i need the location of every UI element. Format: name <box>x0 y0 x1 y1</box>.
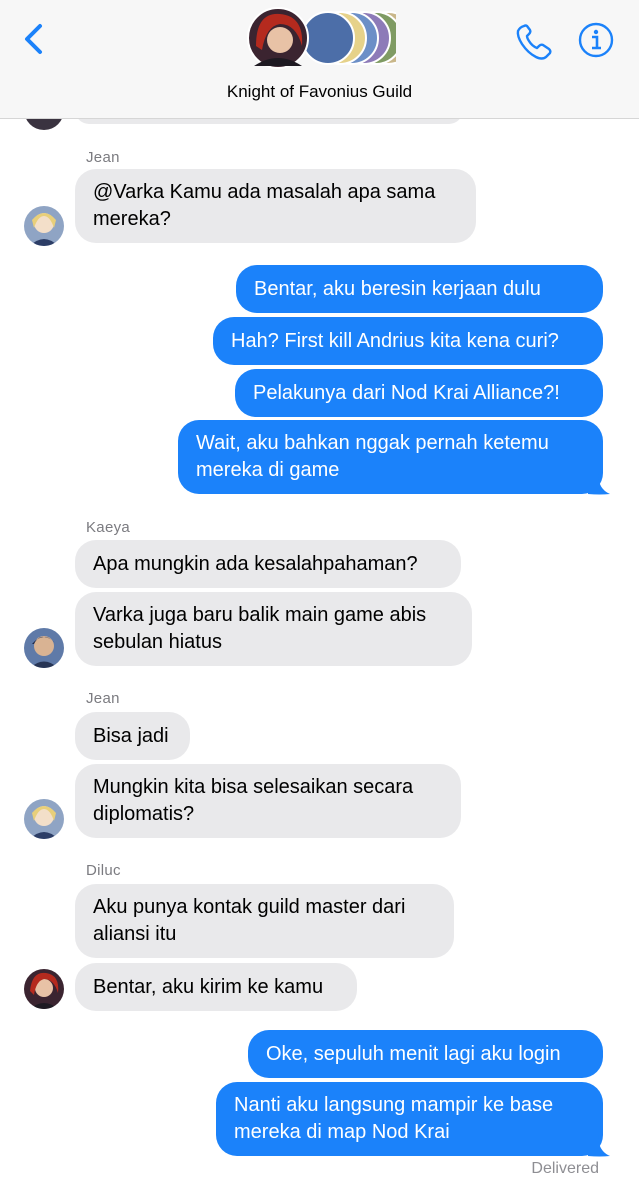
message-bubble[interactable]: Aku punya kontak guild master dari alian… <box>75 884 454 958</box>
avatar-jean <box>24 799 64 839</box>
message-bubble-outgoing[interactable]: Pelakunya dari Nod Krai Alliance?! <box>235 369 603 417</box>
info-icon <box>578 22 614 58</box>
back-button[interactable] <box>20 22 50 56</box>
bubble-tail <box>588 1135 610 1157</box>
message-bubble-outgoing[interactable]: Wait, aku bahkan nggak pernah ketemu mer… <box>178 420 603 494</box>
phone-icon <box>516 24 552 60</box>
message-bubble-outgoing[interactable]: Hah? First kill Andrius kita kena curi? <box>213 317 603 365</box>
message-bubble[interactable]: Apa mungkin ada kesalahpahaman? <box>75 540 461 588</box>
message-bubble-outgoing[interactable]: Oke, sepuluh menit lagi aku login <box>248 1030 603 1078</box>
back-chevron-icon <box>25 24 42 54</box>
bubble-tail <box>588 473 610 495</box>
info-button[interactable] <box>578 22 614 58</box>
message-bubble[interactable]: Bentar, aku kirim ke kamu <box>75 963 357 1011</box>
sender-name-jean: Jean <box>86 149 120 166</box>
message-bubble-outgoing[interactable]: Bentar, aku beresin kerjaan dulu <box>236 265 603 313</box>
avatar-diluc <box>24 969 64 1009</box>
message-bubble[interactable]: Mungkin kita bisa selesaikan secara dipl… <box>75 764 461 838</box>
sender-name-diluc: Diluc <box>86 862 121 879</box>
avatar-kaeya <box>24 628 64 668</box>
call-button[interactable] <box>514 22 554 62</box>
chat-header: Knight of Favonius Guild <box>0 0 639 119</box>
sender-name-kaeya: Kaeya <box>86 519 131 536</box>
message-bubble[interactable]: Varka juga baru balik main game abis seb… <box>75 592 472 666</box>
message-bubble[interactable]: Bisa jadi <box>75 712 190 760</box>
group-avatar-stack[interactable] <box>246 6 415 70</box>
message-bubble-outgoing[interactable]: Nanti aku langsung mampir ke base mereka… <box>216 1082 603 1156</box>
group-title[interactable]: Knight of Favonius Guild <box>0 82 639 102</box>
message-list[interactable]: Jean @Varka Kamu ada masalah apa sama me… <box>0 0 639 1200</box>
message-bubble[interactable]: @Varka Kamu ada masalah apa sama mereka? <box>75 169 476 243</box>
sender-name-jean: Jean <box>86 690 120 707</box>
delivery-status: Delivered <box>531 1160 599 1177</box>
avatar-jean <box>24 206 64 246</box>
